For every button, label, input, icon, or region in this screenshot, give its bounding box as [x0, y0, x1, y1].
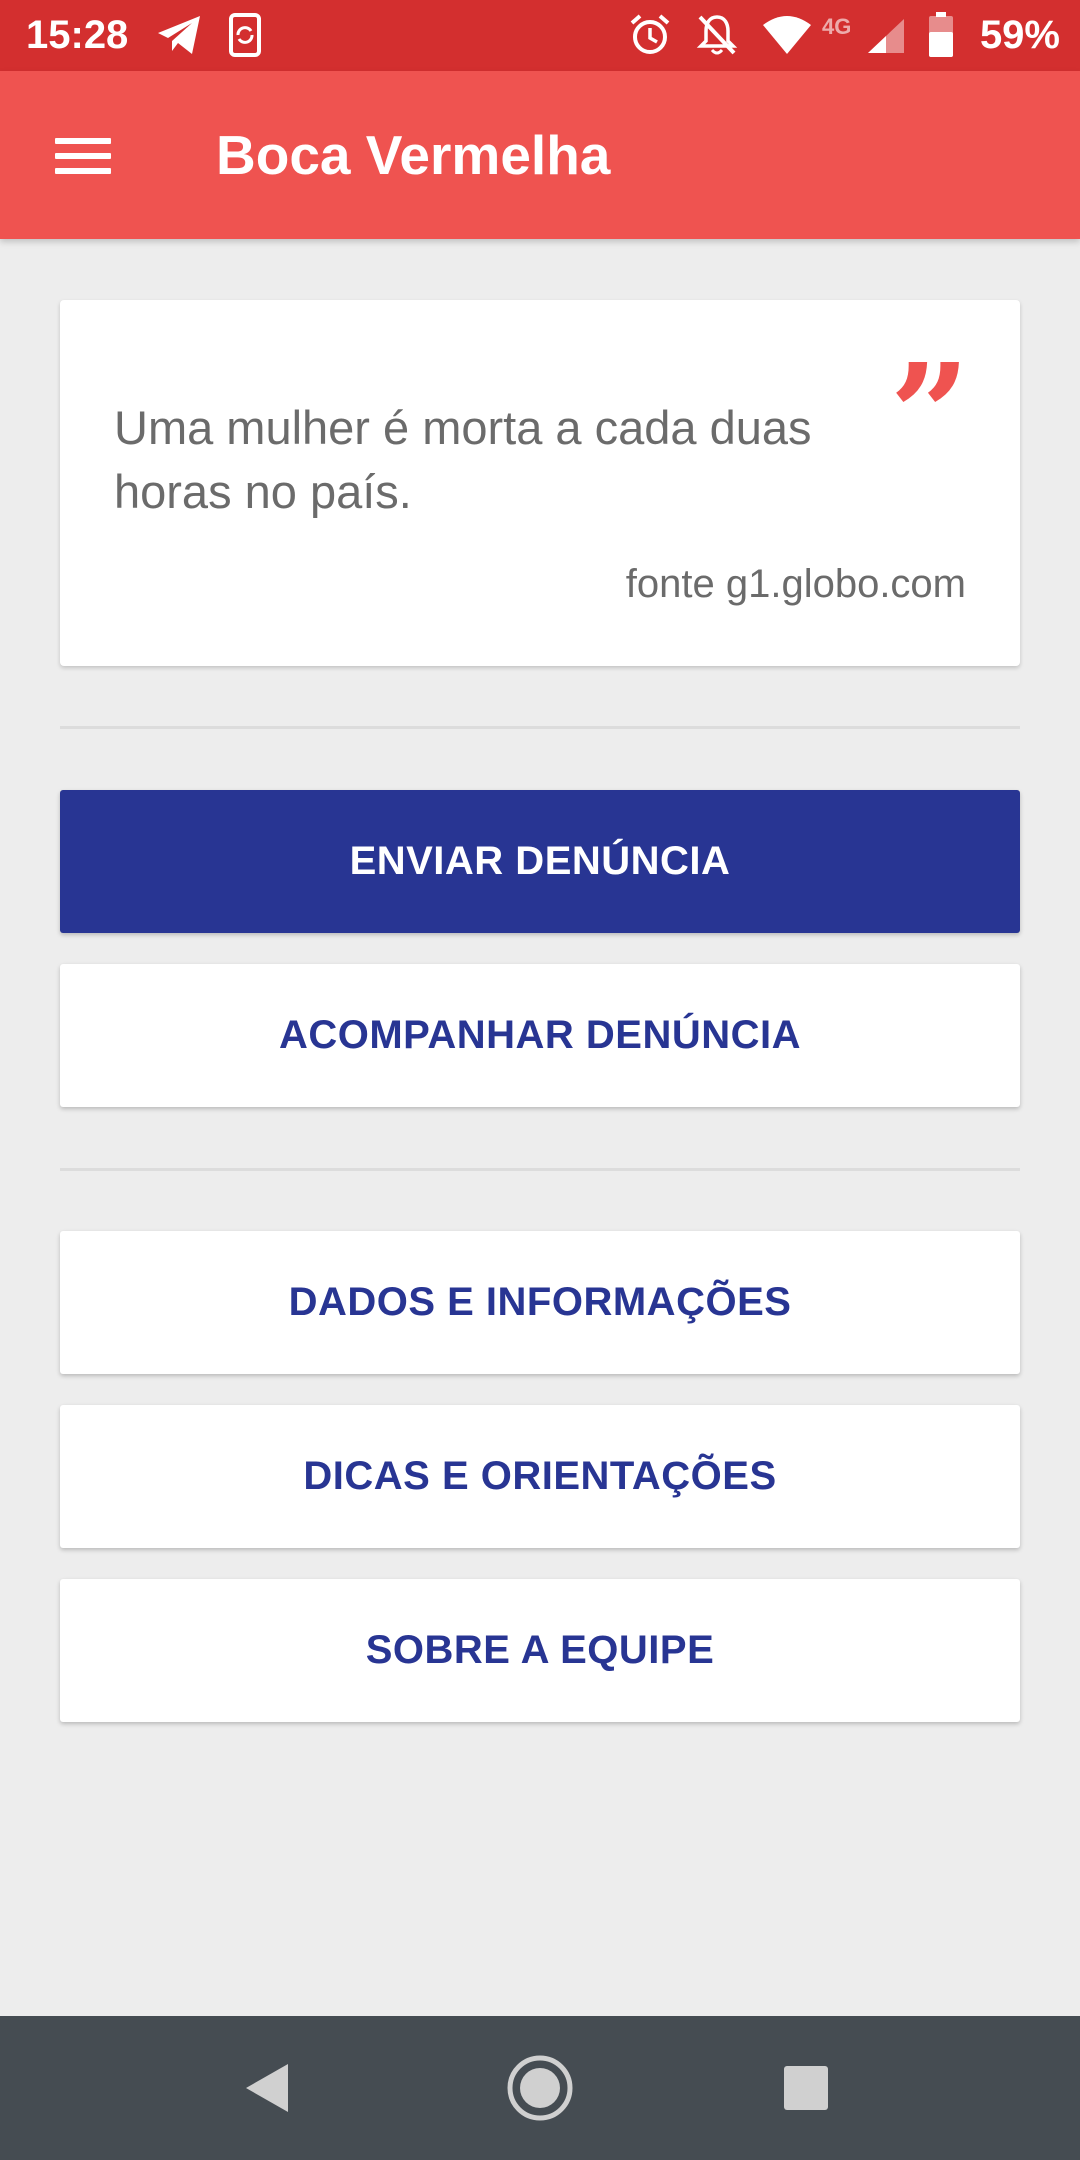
quote-card: Uma mulher é morta a cada duas horas no … — [60, 300, 1020, 666]
data-info-button[interactable]: DADOS E INFORMAÇÕES — [60, 1231, 1020, 1374]
quote-icon: ” — [889, 356, 970, 436]
quote-source: fonte g1.globo.com — [625, 562, 966, 606]
hamburger-menu-icon[interactable] — [38, 121, 128, 191]
app-title: Boca Vermelha — [216, 124, 611, 186]
wifi-icon — [762, 15, 812, 60]
track-report-button[interactable]: ACOMPANHAR DENÚNCIA — [60, 964, 1020, 1107]
recents-square-icon[interactable] — [766, 2048, 846, 2128]
tips-button[interactable]: DICAS E ORIENTAÇÕES — [60, 1405, 1020, 1548]
notifications-off-icon — [696, 13, 738, 62]
alarm-icon — [628, 13, 672, 62]
telegram-icon — [156, 13, 202, 62]
back-triangle-icon[interactable] — [228, 2048, 308, 2128]
home-circle-icon[interactable] — [500, 2048, 580, 2128]
status-bar: 15:28 4G 59% — [0, 0, 1080, 71]
battery-percentage: 59% — [979, 13, 1060, 57]
network-type-label: 4G — [822, 14, 852, 39]
phone-sync-icon — [228, 13, 262, 62]
divider — [60, 726, 1020, 729]
send-report-button[interactable]: ENVIAR DENÚNCIA — [60, 790, 1020, 933]
status-time: 15:28 — [26, 13, 129, 57]
about-team-button[interactable]: SOBRE A EQUIPE — [60, 1579, 1020, 1722]
divider — [60, 1168, 1020, 1171]
battery-icon — [928, 12, 954, 63]
app-bar: Boca Vermelha — [0, 71, 1080, 239]
cellular-signal-icon — [866, 17, 906, 60]
quote-text: Uma mulher é morta a cada duas horas no … — [114, 401, 812, 518]
system-navigation-bar — [0, 2016, 1080, 2160]
